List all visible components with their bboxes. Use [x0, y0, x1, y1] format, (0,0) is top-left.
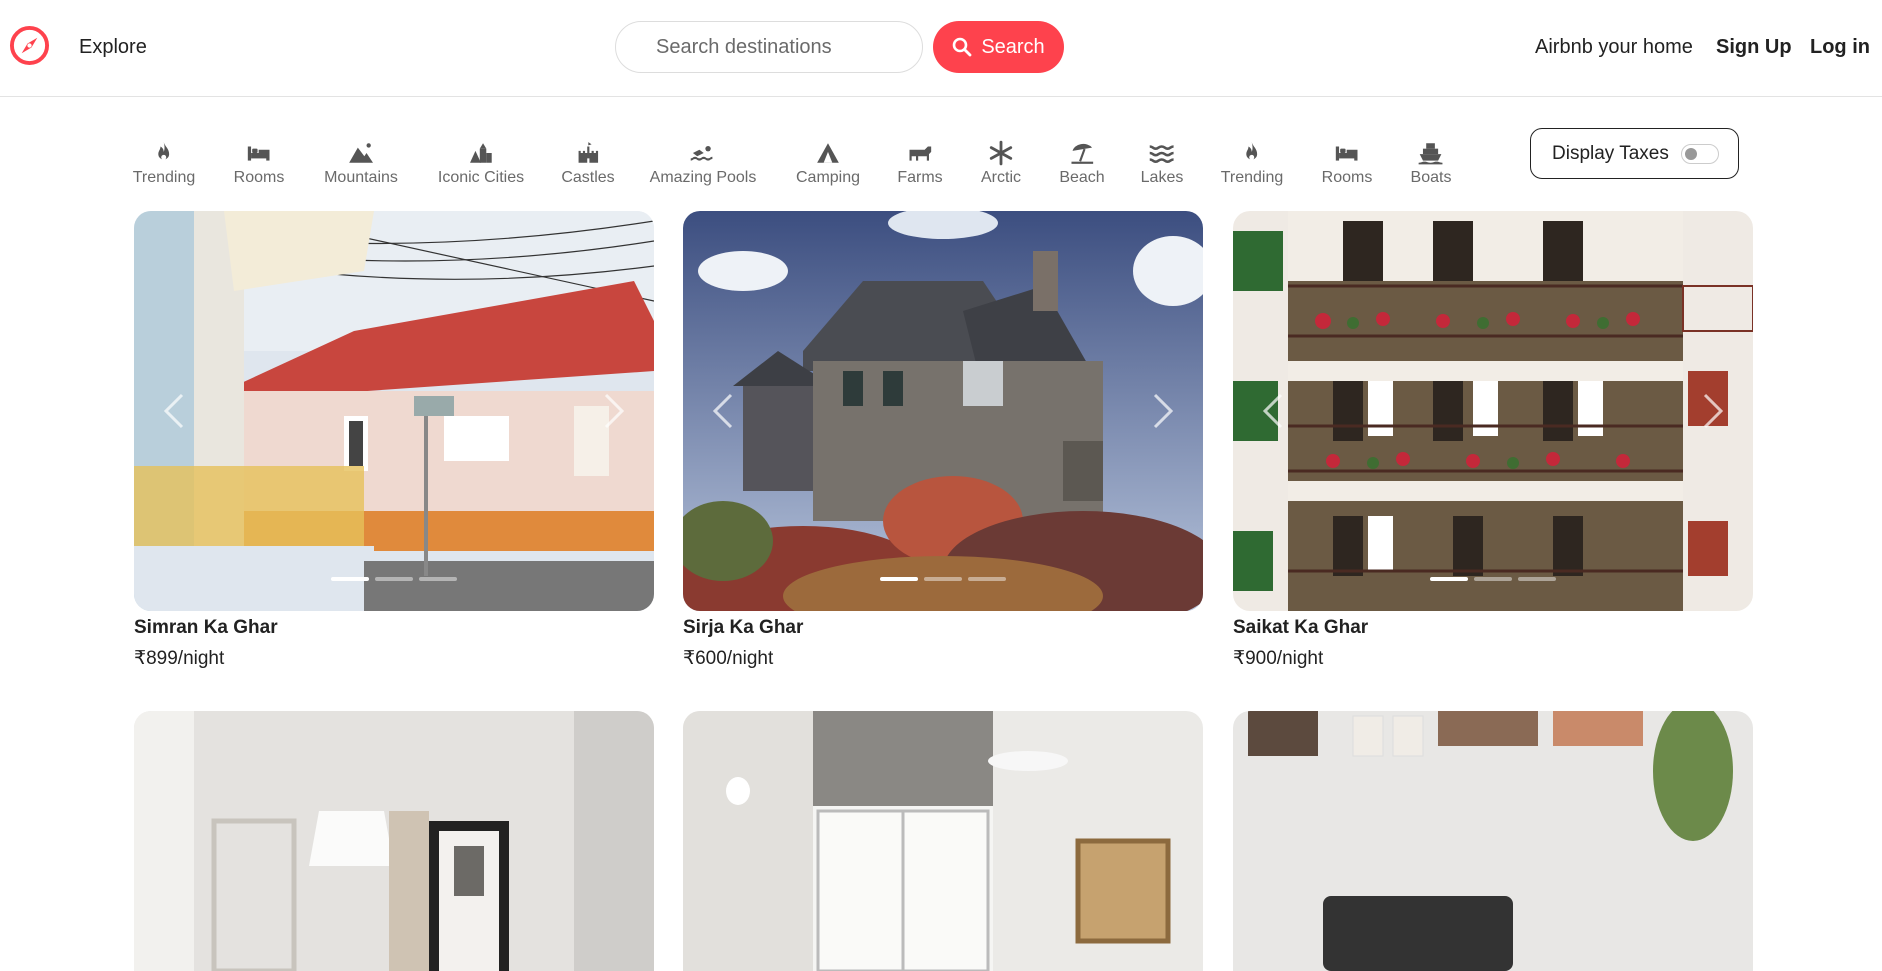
- snowflake-icon: [989, 140, 1013, 166]
- filter-label: Arctic: [981, 169, 1021, 186]
- listing-image-carousel[interactable]: [683, 211, 1203, 611]
- filter-lakes[interactable]: Lakes: [1140, 140, 1184, 187]
- carousel-dot[interactable]: [1474, 577, 1512, 581]
- carousel-indicators: [1430, 577, 1556, 581]
- carousel-dot[interactable]: [1518, 577, 1556, 581]
- taxes-switch[interactable]: [1680, 143, 1719, 164]
- carousel-indicators: [331, 577, 457, 581]
- filter-rooms-2[interactable]: Rooms: [1321, 140, 1373, 187]
- display-taxes-label: Display Taxes: [1552, 142, 1669, 164]
- listing-title[interactable]: Simran Ka Ghar: [134, 617, 654, 639]
- listing-title[interactable]: Saikat Ka Ghar: [1233, 617, 1753, 639]
- filter-label: Beach: [1059, 169, 1105, 186]
- filter-label: Iconic Cities: [437, 169, 525, 186]
- filter-label: Trending: [132, 169, 196, 186]
- display-taxes-toggle[interactable]: Display Taxes: [1530, 128, 1739, 179]
- carousel-dot[interactable]: [375, 577, 413, 581]
- filter-label: Amazing Pools: [649, 169, 757, 186]
- filter-label: Lakes: [1140, 169, 1184, 186]
- listing-image-carousel[interactable]: [134, 711, 654, 971]
- filter-label: Mountains: [324, 169, 398, 186]
- tent-icon: [817, 143, 839, 163]
- listing-image-carousel[interactable]: [134, 211, 654, 611]
- filter-arctic[interactable]: Arctic: [981, 140, 1021, 187]
- filter-label: Farms: [897, 169, 943, 186]
- listing-card[interactable]: Simran Ka Ghar ₹899/night: [134, 211, 654, 670]
- signup-link[interactable]: Sign Up: [1716, 36, 1792, 59]
- explore-link[interactable]: Explore: [79, 36, 147, 59]
- filter-label: Camping: [795, 169, 861, 186]
- search-button-label: Search: [981, 35, 1045, 58]
- top-navbar: Explore Search Airbnb your home Sign Up …: [0, 0, 1882, 97]
- cow-icon: [909, 146, 931, 161]
- listing-card[interactable]: Sirja Ka Ghar ₹600/night: [683, 211, 1203, 670]
- umbrella-beach-icon: [1071, 143, 1093, 164]
- search-button[interactable]: Search: [933, 21, 1064, 73]
- listing-card[interactable]: [1233, 711, 1753, 971]
- listing-photo: [1233, 711, 1753, 971]
- filter-amazing-pools[interactable]: Amazing Pools: [649, 140, 757, 187]
- carousel-next-arrow-icon[interactable]: [598, 391, 628, 431]
- fire-icon: [1246, 142, 1258, 160]
- listing-title[interactable]: Sirja Ka Ghar: [683, 617, 1203, 639]
- listing-price: ₹899/night: [134, 648, 225, 669]
- filter-label: Castles: [561, 169, 615, 186]
- filter-label: Boats: [1410, 169, 1452, 186]
- filter-camping[interactable]: Camping: [796, 140, 860, 187]
- listing-photo: [683, 211, 1203, 611]
- filter-boats[interactable]: Boats: [1410, 140, 1452, 187]
- listing-card[interactable]: Saikat Ka Ghar ₹900/night: [1233, 211, 1753, 670]
- carousel-dot[interactable]: [924, 577, 962, 581]
- carousel-dot[interactable]: [880, 577, 918, 581]
- carousel-prev-arrow-icon[interactable]: [160, 391, 190, 431]
- fire-icon: [158, 142, 170, 160]
- filter-trending-2[interactable]: Trending: [1220, 140, 1284, 187]
- ship-icon: [1419, 143, 1443, 165]
- airbnb-your-home-link[interactable]: Airbnb your home: [1535, 36, 1693, 59]
- login-link[interactable]: Log in: [1810, 36, 1870, 59]
- compass-logo-icon[interactable]: [9, 25, 50, 66]
- carousel-indicators: [880, 577, 1006, 581]
- city-icon: [470, 143, 492, 163]
- water-icon: [1149, 145, 1175, 163]
- carousel-next-arrow-icon[interactable]: [1147, 391, 1177, 431]
- castle-icon: [578, 142, 598, 163]
- listing-photo: [134, 711, 654, 971]
- carousel-prev-arrow-icon[interactable]: [709, 391, 739, 431]
- filter-label: Trending: [1220, 169, 1284, 186]
- search-icon: [953, 37, 972, 57]
- mountain-icon: [349, 143, 373, 163]
- listing-card[interactable]: [134, 711, 654, 971]
- listing-card[interactable]: [683, 711, 1203, 971]
- carousel-prev-arrow-icon[interactable]: [1259, 391, 1289, 431]
- carousel-dot[interactable]: [1430, 577, 1468, 581]
- filter-iconic-cities[interactable]: Iconic Cities: [438, 140, 524, 187]
- listing-image-carousel[interactable]: [683, 711, 1203, 971]
- filter-farms[interactable]: Farms: [897, 140, 943, 187]
- listing-image-carousel[interactable]: [1233, 711, 1753, 971]
- carousel-dot[interactable]: [419, 577, 457, 581]
- carousel-next-arrow-icon[interactable]: [1697, 391, 1727, 431]
- bed-icon: [1336, 146, 1358, 161]
- filter-mountains[interactable]: Mountains: [324, 140, 398, 187]
- listing-photo: [134, 211, 654, 611]
- listing-image-carousel[interactable]: [1233, 211, 1753, 611]
- filter-castles[interactable]: Castles: [561, 140, 615, 187]
- search-input[interactable]: [615, 21, 923, 73]
- filter-label: Rooms: [233, 169, 285, 186]
- listing-price: ₹900/night: [1233, 648, 1324, 669]
- listing-photo: [683, 711, 1203, 971]
- filter-rooms[interactable]: Rooms: [233, 140, 285, 187]
- carousel-dot[interactable]: [331, 577, 369, 581]
- bed-icon: [248, 146, 270, 161]
- filter-trending[interactable]: Trending: [132, 140, 196, 187]
- listing-price: ₹600/night: [683, 648, 774, 669]
- filter-beach[interactable]: Beach: [1059, 140, 1105, 187]
- swimmer-icon: [691, 145, 713, 161]
- listing-photo: [1233, 211, 1753, 611]
- carousel-dot[interactable]: [968, 577, 1006, 581]
- filter-label: Rooms: [1321, 169, 1373, 186]
